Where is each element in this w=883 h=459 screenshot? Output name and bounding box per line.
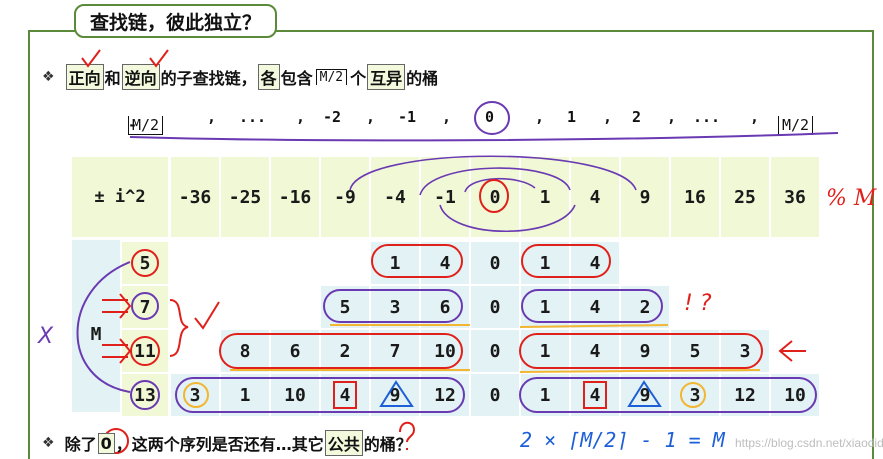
table-cell: 5 [321, 286, 369, 328]
table-cell: 9 [621, 330, 669, 372]
seq-item: , [667, 108, 677, 126]
row-modulus: 11 [122, 330, 168, 372]
slide-title: 查找链，彼此独立？ [74, 4, 278, 38]
header-cell: 1 [521, 157, 569, 237]
keyword-each: 各 [257, 64, 280, 90]
text-subchain: 的子查找链， [160, 69, 257, 88]
seq-item: , [535, 108, 545, 126]
header-cell: -4 [371, 157, 419, 237]
seq-item: , [442, 108, 452, 126]
diamond-bullet-icon: ❖ [42, 69, 55, 85]
seq-item: -1 [398, 108, 417, 126]
table-cell: 6 [271, 330, 319, 372]
table-cell: 1 [221, 374, 269, 416]
formula-note: 2 × ⌈M/2⌉ - 1 = M [520, 428, 725, 452]
seq-item: ... [239, 108, 267, 126]
table-cell: 0 [471, 374, 519, 416]
watermark: https://blog.csdn.net/xiaodidadada [735, 436, 883, 450]
table-cell: 3 [371, 286, 419, 328]
table-cell: 9 [621, 374, 669, 416]
table-cell: 5 [671, 330, 719, 372]
header-cell: 9 [621, 157, 669, 237]
table-cell: 0 [471, 286, 519, 328]
table-cell: 4 [571, 330, 619, 372]
header-cell: 36 [771, 157, 819, 237]
table-cell: 4 [571, 242, 619, 284]
keyword-distinct: 互异 [367, 64, 406, 90]
table-cell: 10 [421, 330, 469, 372]
seq-item: , [750, 108, 760, 126]
keyword-zero: 0 [97, 432, 115, 454]
table-cell: 4 [571, 286, 619, 328]
bullet-common-buckets: ❖ 除了 0 ，这两个序列是否还有…其它 公共 的桶？ [42, 430, 412, 456]
text-except: 除了 [64, 435, 97, 454]
table-cell: 4 [321, 374, 369, 416]
seq-item: ... [693, 108, 721, 126]
table-cell: 10 [771, 374, 819, 416]
table-cell: 4 [421, 242, 469, 284]
seq-item: , [603, 108, 613, 126]
row-modulus: 13 [122, 374, 168, 416]
table-cell: 7 [371, 330, 419, 372]
table-cell: 1 [521, 286, 569, 328]
diamond-bullet-icon: ❖ [42, 435, 55, 451]
table-cell: 8 [221, 330, 269, 372]
header-cell: -1 [421, 157, 469, 237]
table-cell: 3 [171, 374, 219, 416]
table-cell: 1 [521, 330, 569, 372]
header-cell: 4 [571, 157, 619, 237]
seq-item: , [207, 108, 217, 126]
table-cell: 12 [721, 374, 769, 416]
seq-item: 2 [632, 108, 642, 126]
seq-item: -2 [323, 108, 342, 126]
header-cell: -36 [171, 157, 219, 237]
table-cell: 6 [421, 286, 469, 328]
bullet-chain-independence: ❖ 正向 和 逆向 的子查找链， 各 包含 M/2 个 互异 的桶 [42, 64, 438, 90]
header-cell: -9 [321, 157, 369, 237]
table-cell: 10 [271, 374, 319, 416]
row-modulus: 7 [122, 286, 168, 328]
index-sequence: - M/2 , ... , -2 , -1 , 0 , 1 , 2 , ... ,… [0, 100, 883, 136]
text-count: 个 [350, 69, 367, 88]
table-cell: 3 [721, 330, 769, 372]
header-cell: -16 [271, 157, 319, 237]
table-cell: 12 [421, 374, 469, 416]
table-cell: 0 [471, 242, 519, 284]
table-cell: 1 [371, 242, 419, 284]
text-and: 和 [104, 69, 121, 88]
side-label-cell: M [72, 240, 120, 412]
table-cell: 1 [521, 374, 569, 416]
keyword-backward: 逆向 [121, 64, 160, 90]
text-question: ，这两个序列是否还有…其它 [115, 435, 324, 454]
keyword-forward: 正向 [65, 64, 104, 90]
table-cell: 2 [321, 330, 369, 372]
text-buckets: 的桶 [406, 69, 439, 88]
ceil-m-half: M/2 [315, 69, 348, 85]
header-cell: -25 [221, 157, 269, 237]
table-cell: 4 [571, 374, 619, 416]
table-cell: 3 [671, 374, 719, 416]
keyword-common: 公共 [324, 430, 363, 456]
percent-m-note: % M [826, 186, 877, 211]
header-label: ± i^2 [72, 157, 168, 237]
table-cell: 1 [521, 242, 569, 284]
seq-item: 1 [567, 108, 577, 126]
seq-item: , [296, 108, 306, 126]
header-cell: 16 [671, 157, 719, 237]
header-cell: 25 [721, 157, 769, 237]
table-cell: 2 [621, 286, 669, 328]
row-modulus: 5 [122, 242, 168, 284]
seq-item: , [366, 108, 376, 126]
text-buckets-q: 的桶？ [363, 435, 412, 454]
seq-item: 0 [485, 108, 495, 126]
table-cell: 9 [371, 374, 419, 416]
text-contains: 包含 [280, 69, 313, 88]
header-cell: 0 [471, 157, 519, 237]
table-cell: 0 [471, 330, 519, 372]
side-label: M [90, 323, 102, 345]
